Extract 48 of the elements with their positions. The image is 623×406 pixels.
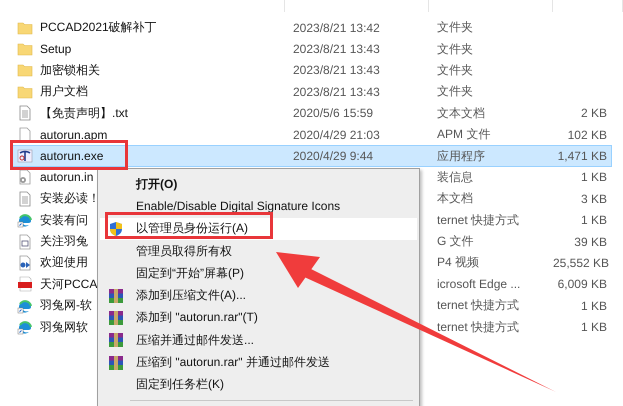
modified-date: 2020/5/6 15:59 (293, 106, 374, 120)
modified-date: 2023/8/21 13:43 (293, 84, 380, 99)
file-name: autorun.exe (40, 149, 104, 164)
file-size: 2 KB (580, 106, 607, 120)
file-type: 文件夹 (437, 42, 473, 56)
file-name: 关注羽兔 (40, 233, 88, 250)
file-size: 6,009 KB (558, 277, 607, 292)
file-size: 1,471 KB (558, 149, 607, 164)
file-type: 文件夹 (437, 84, 473, 98)
modified-date: 2020/4/29 21:03 (293, 128, 380, 142)
modified-date: 2023/8/21 13:42 (293, 20, 380, 35)
modified-date: 2023/8/21 13:43 (293, 42, 380, 56)
file-name: PCCAD2021破解补丁 (40, 19, 157, 36)
file-size: 3 KB (580, 192, 607, 206)
file-type: ternet 快捷方式 (437, 298, 520, 312)
file-type: 文件夹 (437, 62, 473, 77)
file-size: 1 KB (580, 170, 607, 184)
file-type: ternet 快捷方式 (437, 212, 520, 227)
file-name: 羽兔网-软 (40, 297, 92, 314)
file-type: 本文档 (437, 191, 473, 206)
file-type: APM 文件 (437, 127, 490, 142)
file-type: 文件夹 (437, 20, 473, 34)
file-name: 用户文档 (40, 83, 88, 100)
file-type: icrosoft Edge ... (437, 277, 520, 292)
file-name: 羽兔网软 (40, 318, 88, 336)
file-name: autorun.in (40, 170, 94, 184)
file-name: 加密锁相关 (40, 62, 100, 79)
modified-date: 2020/4/29 9:44 (293, 149, 374, 164)
file-type: G 文件 (437, 234, 474, 248)
file-type: ternet 快捷方式 (437, 320, 520, 334)
file-name: autorun.apm (40, 128, 108, 142)
file-size: 102 KB (568, 128, 607, 142)
file-type: P4 视频 (437, 255, 480, 270)
file-name: 安装必读！ (40, 190, 100, 208)
file-size: 1 KB (580, 298, 607, 313)
file-type: 文本文档 (437, 106, 485, 120)
file-name: 安装有问 (40, 212, 88, 229)
file-type: 应用程序 (437, 148, 485, 163)
file-name: 天河PCCA (40, 276, 98, 293)
file-name: 【免责声明】.txt (40, 104, 128, 122)
file-name: 欢迎使用 (40, 254, 88, 272)
file-type: 装信息 (437, 170, 473, 184)
file-size: 1 KB (580, 213, 607, 228)
file-size: 1 KB (580, 320, 607, 334)
file-name: Setup (40, 42, 72, 56)
file-size: 39 KB (574, 234, 607, 249)
file-size: 25,552 KB (553, 256, 610, 270)
modified-date: 2023/8/21 13:43 (293, 63, 380, 78)
